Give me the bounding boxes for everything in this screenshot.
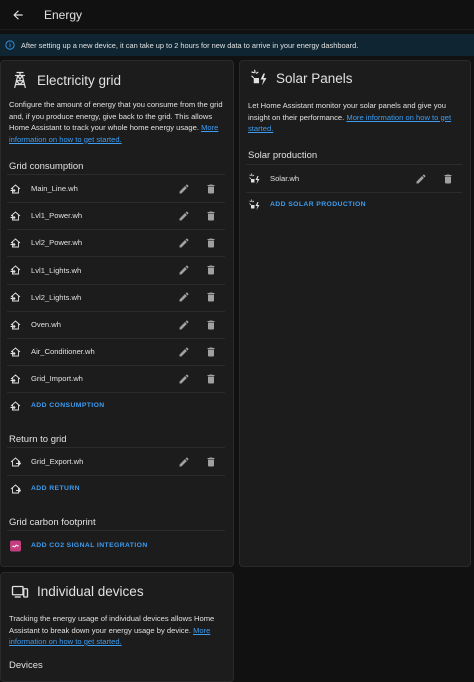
devices-description: Tracking the energy usage of individual … — [9, 614, 215, 646]
trash-icon[interactable] — [442, 173, 454, 185]
add-consumption-button[interactable]: ADD CONSUMPTION — [31, 402, 105, 409]
pencil-icon[interactable] — [178, 319, 190, 331]
consumption-row: Lvl2_Power.wh — [1, 229, 233, 256]
individual-devices-card: Individual devices Tracking the energy u… — [0, 572, 234, 682]
grid-carbon-title: Grid carbon footprint — [9, 517, 96, 528]
home-import-icon — [10, 319, 21, 329]
pencil-icon[interactable] — [415, 173, 427, 185]
pencil-icon[interactable] — [178, 183, 190, 195]
add-co2-row[interactable]: ADD CO2 SIGNAL INTEGRATION — [1, 532, 233, 559]
home-export-icon — [10, 456, 22, 466]
solar-power-icon — [249, 172, 260, 184]
banner-text: After setting up a new device, it can ta… — [21, 40, 359, 50]
home-import-icon — [10, 211, 21, 221]
consumption-row: Lvl2_Lights.wh — [1, 284, 233, 311]
solar-power-icon — [249, 198, 260, 210]
source-entity-label: Lvl1_Power.wh — [31, 211, 83, 221]
source-entity-label: Main_Line.wh — [31, 184, 78, 193]
add-consumption-row[interactable]: ADD CONSUMPTION — [1, 392, 233, 419]
electricity-grid-card: Electricity grid Configure the amount of… — [0, 60, 234, 567]
trash-icon[interactable] — [205, 291, 217, 303]
source-entity-label: Lvl1_Lights.wh — [31, 265, 82, 275]
consumption-row: Lvl1_Lights.wh — [1, 257, 233, 284]
trash-icon[interactable] — [205, 346, 217, 358]
pencil-icon[interactable] — [178, 456, 190, 468]
trash-icon[interactable] — [205, 210, 217, 222]
trash-icon[interactable] — [205, 183, 217, 195]
grid-consumption-title: Grid consumption — [9, 161, 84, 172]
add-solar-row[interactable]: ADD SOLAR PRODUCTION — [240, 191, 470, 218]
pencil-icon[interactable] — [178, 210, 190, 222]
solar-production-row: Solar.wh — [240, 165, 470, 192]
pencil-icon[interactable] — [178, 264, 190, 276]
consumption-row: Air_Conditioner.wh — [1, 338, 233, 365]
trash-icon[interactable] — [205, 319, 217, 331]
trash-icon[interactable] — [205, 264, 217, 276]
trash-icon[interactable] — [205, 456, 217, 468]
source-entity-label: Air_Conditioner.wh — [31, 347, 95, 357]
source-entity-label: Grid_Import.wh — [31, 374, 83, 384]
grid-card-title: Electricity grid — [37, 72, 122, 88]
home-import-icon — [10, 265, 21, 275]
add-solar-button[interactable]: ADD SOLAR PRODUCTION — [270, 201, 366, 208]
pencil-icon[interactable] — [178, 373, 190, 385]
home-import-icon — [10, 347, 21, 357]
home-import-icon — [10, 400, 21, 410]
source-entity-label: Oven.wh — [31, 320, 61, 329]
page-title: Energy — [44, 7, 83, 22]
co2-signal-logo-icon — [10, 540, 21, 551]
home-import-icon — [10, 374, 21, 384]
solar-power-icon — [251, 69, 267, 86]
grid-description: Configure the amount of energy that you … — [9, 100, 223, 144]
return-to-grid-title: Return to grid — [9, 434, 67, 445]
home-import-icon — [10, 183, 21, 193]
info-banner: After setting up a new device, it can ta… — [0, 34, 474, 56]
source-entity-label: Lvl2_Power.wh — [31, 238, 83, 248]
home-export-icon — [10, 483, 22, 493]
solar-card-title: Solar Panels — [276, 70, 353, 86]
trash-icon[interactable] — [205, 373, 217, 385]
solar-description: Let Home Assistant monitor your solar pa… — [248, 101, 452, 133]
solar-panels-card: Solar Panels Let Home Assistant monitor … — [239, 60, 471, 567]
add-return-button[interactable]: ADD RETURN — [31, 485, 80, 492]
solar-production-title: Solar production — [248, 150, 318, 161]
top-app-bar: Energy — [0, 0, 474, 30]
arrow-left-icon[interactable] — [10, 7, 26, 23]
return-row: Grid_Export.wh — [1, 448, 233, 475]
info-icon — [5, 40, 15, 50]
pencil-icon[interactable] — [178, 346, 190, 358]
pencil-icon[interactable] — [178, 291, 190, 303]
source-entity-label: Solar.wh — [270, 174, 300, 183]
source-entity-label: Lvl2_Lights.wh — [31, 292, 82, 302]
home-import-icon — [10, 292, 21, 302]
add-co2-button[interactable]: ADD CO2 SIGNAL INTEGRATION — [31, 542, 148, 549]
add-return-row[interactable]: ADD RETURN — [1, 475, 233, 502]
pencil-icon[interactable] — [178, 237, 190, 249]
transmission-tower-icon — [14, 71, 26, 89]
source-entity-label: Grid_Export.wh — [31, 457, 84, 466]
devices-card-title: Individual devices — [37, 583, 144, 599]
devices-section-title: Devices — [9, 660, 43, 671]
consumption-row: Grid_Import.wh — [1, 365, 233, 392]
devices-icon — [11, 585, 29, 598]
home-import-icon — [10, 238, 21, 248]
consumption-row: Main_Line.wh — [1, 175, 233, 202]
consumption-row: Oven.wh — [1, 311, 233, 338]
consumption-row: Lvl1_Power.wh — [1, 202, 233, 229]
trash-icon[interactable] — [205, 237, 217, 249]
